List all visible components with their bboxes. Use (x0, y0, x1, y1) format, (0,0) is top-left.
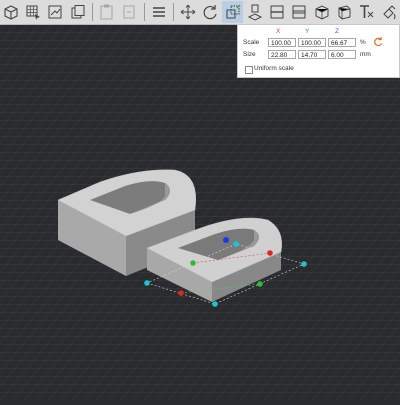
text-icon[interactable] (355, 1, 377, 23)
rotate-icon[interactable] (199, 1, 221, 23)
split-parts-icon[interactable] (311, 1, 333, 23)
copy-icon[interactable] (67, 1, 89, 23)
handle-corner-left[interactable] (144, 280, 150, 286)
handle-y-front[interactable] (257, 281, 263, 287)
size-z-field[interactable]: 6.00 (328, 50, 356, 59)
move-icon[interactable] (177, 1, 199, 23)
header-z: Z (335, 28, 339, 35)
size-unit: mm (360, 51, 371, 58)
size-y-field[interactable]: 14.70 (298, 50, 326, 59)
size-label: Size (243, 51, 256, 58)
reset-scale-icon[interactable] (372, 36, 384, 48)
paint-icon[interactable] (378, 1, 400, 23)
toolbar-separator (143, 3, 145, 21)
header-x: X (276, 28, 281, 35)
scale-icon[interactable] (221, 1, 244, 23)
handle-z-top[interactable] (223, 237, 229, 243)
scale-z-field[interactable]: 66.67 (328, 38, 356, 47)
scale-x-field[interactable]: 100.00 (268, 38, 296, 47)
menu-icon[interactable] (148, 1, 170, 23)
toolbar-separator (92, 3, 94, 21)
scale-panel: X Y Z Scale 100.00 100.00 66.67 % Size 2… (237, 24, 400, 78)
scale-unit: % (360, 39, 366, 46)
handle-corner-back[interactable] (233, 241, 239, 247)
place-on-face-icon[interactable] (244, 1, 266, 23)
handle-x-front[interactable] (178, 290, 184, 296)
handle-corner-front[interactable] (212, 301, 218, 307)
view-cube-icon[interactable] (0, 1, 22, 23)
split-icon[interactable] (289, 1, 311, 23)
header-y: Y (305, 28, 310, 35)
paste-icon[interactable] (96, 1, 118, 23)
uniform-scale-checkbox[interactable] (245, 66, 253, 74)
delete-icon[interactable] (118, 1, 140, 23)
arrange-icon[interactable] (45, 1, 67, 23)
handle-y-back[interactable] (190, 260, 196, 266)
scale-y-field[interactable]: 100.00 (298, 38, 326, 47)
layers-icon[interactable] (333, 1, 355, 23)
toolbar (0, 0, 400, 25)
handle-x-back[interactable] (267, 250, 273, 256)
handle-corner-right[interactable] (301, 261, 307, 267)
uniform-scale-label: Uniform scale (254, 65, 294, 72)
cut-icon[interactable] (266, 1, 288, 23)
scale-label: Scale (243, 39, 260, 46)
toolbar-separator (173, 3, 175, 21)
size-x-field[interactable]: 22.80 (268, 50, 296, 59)
select-all-icon[interactable] (22, 1, 44, 23)
